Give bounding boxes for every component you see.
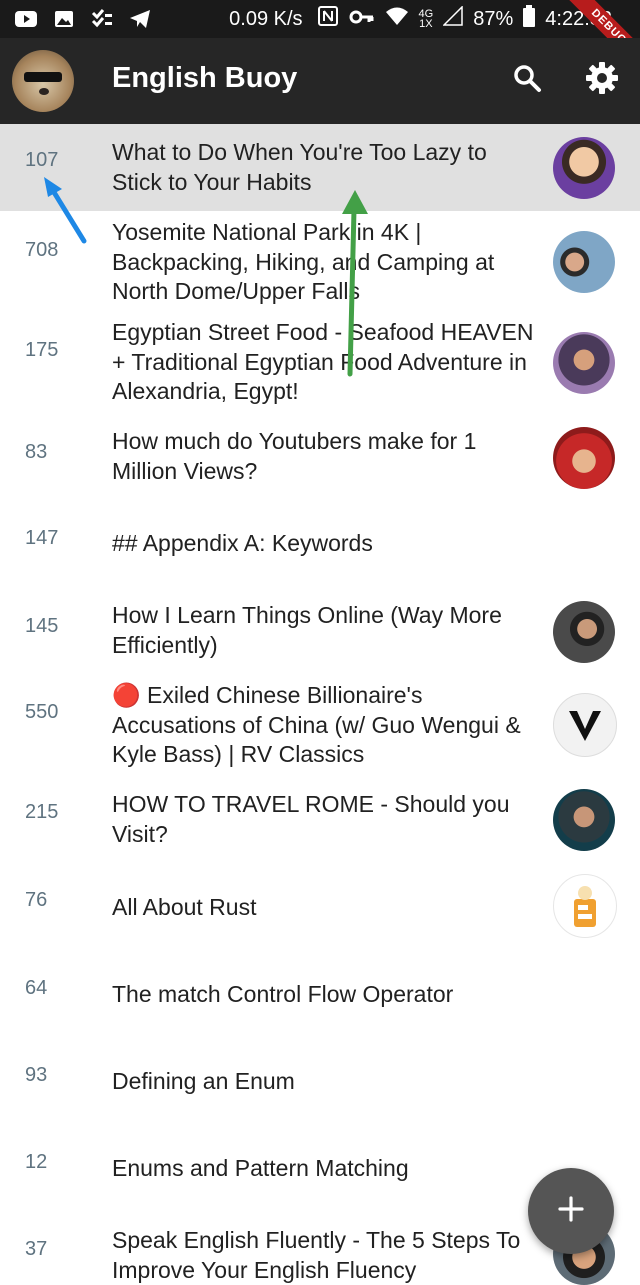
item-count: 93 xyxy=(25,1064,48,1086)
network-speed: 0.09 K/s xyxy=(229,7,303,30)
key-icon xyxy=(349,8,375,31)
item-title: 🔴 Exiled Chinese Billionaire's Accusatio… xyxy=(112,682,521,767)
item-count: 83 xyxy=(25,441,48,463)
list-item[interactable]: 145 How I Learn Things Online (Way More … xyxy=(0,592,640,675)
item-title: All About Rust xyxy=(112,894,257,920)
battery-icon xyxy=(523,5,536,33)
list-item[interactable]: 708 Yosemite National Park in 4K | Backp… xyxy=(0,211,640,311)
list-item[interactable]: 64 The match Control Flow Operator xyxy=(0,951,640,1038)
channel-avatar xyxy=(553,874,617,938)
item-count: 37 xyxy=(25,1238,48,1260)
wifi-icon xyxy=(385,6,409,32)
list-item[interactable]: 83 How much do Youtubers make for 1 Mill… xyxy=(0,416,640,502)
channel-avatar xyxy=(553,789,615,851)
search-button[interactable] xyxy=(507,60,547,100)
item-title: Egyptian Street Food - Seafood HEAVEN + … xyxy=(112,319,534,404)
list-item[interactable]: 550 🔴 Exiled Chinese Billionaire's Accus… xyxy=(0,675,640,778)
item-title: Speak English Fluently - The 5 Steps To … xyxy=(112,1227,521,1283)
item-title: HOW TO TRAVEL ROME - Should you Visit? xyxy=(112,791,510,847)
channel-avatar xyxy=(553,137,615,199)
list-item[interactable]: 175 Egyptian Street Food - Seafood HEAVE… xyxy=(0,311,640,416)
list-item[interactable]: 76 All About Rust xyxy=(0,864,640,951)
list-item[interactable]: 107 What to Do When You're Too Lazy to S… xyxy=(0,124,640,211)
channel-avatar xyxy=(553,231,615,293)
item-count: 64 xyxy=(25,977,48,999)
profile-avatar[interactable] xyxy=(12,50,74,112)
item-title: What to Do When You're Too Lazy to Stick… xyxy=(112,139,487,195)
item-title: The match Control Flow Operator xyxy=(112,981,454,1007)
network-type: 4G 1X xyxy=(418,8,434,30)
item-count: 147 xyxy=(25,527,59,549)
telegram-icon xyxy=(128,9,152,29)
channel-avatar xyxy=(553,427,615,489)
item-count: 145 xyxy=(25,615,59,637)
status-indicators: 0.09 K/s 4G 1X 87% 4:22:32 xyxy=(229,0,612,38)
app-bar: English Buoy xyxy=(0,38,640,124)
item-count: 12 xyxy=(25,1151,48,1173)
image-icon xyxy=(52,9,76,29)
checklist-icon xyxy=(90,9,114,29)
item-count: 175 xyxy=(25,339,59,361)
item-title: Enums and Pattern Matching xyxy=(112,1155,409,1181)
avatar-nose xyxy=(39,88,49,95)
youtube-icon xyxy=(14,9,38,29)
plus-icon xyxy=(558,1195,584,1227)
channel-avatar xyxy=(553,332,615,394)
list-item[interactable]: 147 ## Appendix A: Keywords xyxy=(0,502,640,592)
list-item[interactable]: 93 Defining an Enum xyxy=(0,1038,640,1125)
status-bar: 0.09 K/s 4G 1X 87% 4:22:32 DEBUG xyxy=(0,0,640,80)
item-title: ## Appendix A: Keywords xyxy=(112,530,373,556)
item-count: 550 xyxy=(25,701,59,723)
search-icon xyxy=(512,63,542,98)
annotation-arrow-blue xyxy=(44,177,87,244)
item-title: Defining an Enum xyxy=(112,1068,295,1094)
signal-icon xyxy=(442,5,463,32)
channel-avatar xyxy=(553,693,617,757)
notification-icons xyxy=(0,9,152,29)
nfc-icon xyxy=(317,5,339,33)
item-count: 76 xyxy=(25,889,48,911)
item-title: Yosemite National Park in 4K | Backpacki… xyxy=(112,219,495,304)
battery-level: 87% xyxy=(473,7,514,30)
item-count: 107 xyxy=(25,149,59,171)
channel-avatar xyxy=(553,601,615,663)
settings-button[interactable] xyxy=(582,60,622,100)
avatar-glasses xyxy=(24,72,62,82)
app-title: English Buoy xyxy=(112,62,298,94)
add-button[interactable] xyxy=(528,1168,614,1254)
item-count: 215 xyxy=(25,801,59,823)
settings-icon xyxy=(585,61,619,100)
annotation-arrow-green xyxy=(342,190,368,377)
item-title: How much do Youtubers make for 1 Million… xyxy=(112,428,477,484)
item-title: How I Learn Things Online (Way More Effi… xyxy=(112,602,502,658)
list-item[interactable]: 215 HOW TO TRAVEL ROME - Should you Visi… xyxy=(0,778,640,864)
